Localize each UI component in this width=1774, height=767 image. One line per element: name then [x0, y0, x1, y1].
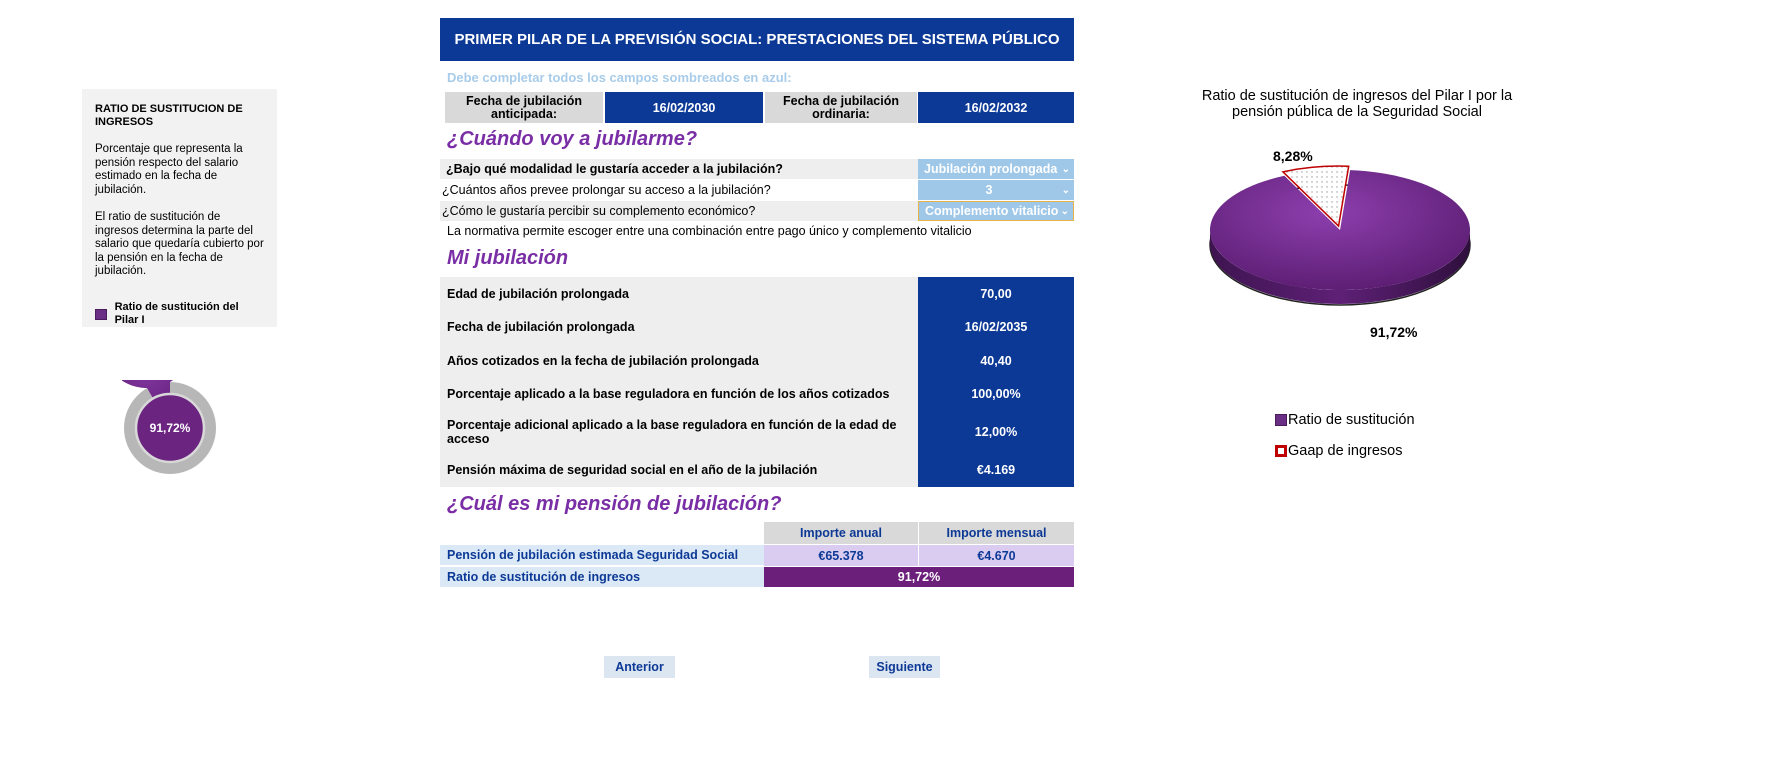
donut-label: 91,72%	[150, 421, 191, 435]
question-modalidad: ¿Bajo qué modalidad le gustaría acceder …	[440, 159, 918, 179]
section-pension-title: ¿Cuál es mi pensión de jubilación?	[447, 493, 782, 515]
chevron-down-icon: ⌄	[1061, 184, 1070, 196]
col-importe-mensual: Importe mensual	[919, 522, 1074, 544]
info-paragraph-2: El ratio de sustitución de ingresos dete…	[95, 211, 264, 277]
col-importe-anual: Importe anual	[764, 522, 918, 544]
porcentaje-adicional-value: 12,00%	[974, 425, 1018, 439]
legend-gap-swatch-icon	[1275, 445, 1287, 457]
normativa-note: La normativa permite escoger entre una c…	[447, 224, 972, 238]
fecha-prolongada-label: Fecha de jubilación prolongada	[447, 320, 635, 334]
fecha-anticipada-value: 16/02/2030	[605, 92, 763, 123]
info-legend-label: Ratio de sustitución del Pilar I	[114, 300, 239, 327]
fecha-prolongada-value: 16/02/2035	[964, 320, 1028, 334]
anos-cotizados-label: Años cotizados en la fecha de jubilación…	[447, 354, 759, 368]
pension-estimada-label: Pensión de jubilación estimada Seguridad…	[440, 545, 764, 565]
legend-gap-label: Gaap de ingresos	[1288, 443, 1403, 459]
ratio-ingresos-label: Ratio de sustitución de ingresos	[440, 567, 764, 587]
section-when-title: ¿Cuándo voy a jubilarme?	[447, 128, 698, 150]
chart-title: Ratio de sustitución de ingresos del Pil…	[1201, 88, 1513, 120]
legend-ratio-swatch-icon	[1275, 414, 1287, 426]
legend-item-gap: Gaap de ingresos	[1275, 443, 1402, 459]
pension-anual-value: €65.378	[764, 545, 918, 566]
fecha-anticipada-label: Fecha de jubilación anticipada:	[445, 92, 603, 123]
anos-select-value: 3	[985, 183, 993, 197]
legend-ratio-label: Ratio de sustitución	[1288, 412, 1415, 428]
fecha-ordinaria-label: Fecha de jubilación ordinaria:	[765, 92, 917, 123]
pension-maxima-value: €4.169	[976, 463, 1016, 477]
question-anos: ¿Cuántos años prevee prolongar su acceso…	[440, 180, 918, 200]
section-mi-jubilacion-title: Mi jubilación	[447, 247, 569, 269]
info-panel: RATIO DE SUSTITUCION DE INGRESOS Porcent…	[82, 89, 277, 327]
edad-value: 70,00	[980, 287, 1012, 301]
question-complemento: ¿Cómo le gustaría percibir su complement…	[440, 201, 918, 221]
legend-item-ratio: Ratio de sustitución	[1275, 412, 1415, 428]
chevron-down-icon: ⌄	[1061, 163, 1070, 175]
instruction-text: Debe completar todos los campos sombread…	[447, 70, 792, 85]
pension-maxima-label: Pensión máxima de seguridad social en el…	[447, 463, 818, 477]
porcentaje-adicional-label: Porcentaje adicional aplicado a la base …	[447, 418, 897, 446]
modalidad-select-value: Jubilación prolongada	[924, 162, 1058, 176]
anos-select[interactable]: 3 ⌄	[918, 180, 1074, 200]
complemento-select-value: Complemento vitalicio	[925, 204, 1059, 218]
info-title: RATIO DE SUSTITUCION DE INGRESOS	[95, 103, 243, 128]
porcentaje-anos-label: Porcentaje aplicado a la base reguladora…	[447, 387, 890, 401]
ratio-ingresos-value: 91,72%	[764, 567, 1074, 587]
ratio-donut: 91,72%	[122, 380, 216, 474]
pie-chart	[1209, 165, 1471, 306]
fecha-ordinaria-value: 16/02/2032	[918, 92, 1074, 123]
porcentaje-anos-value: 100,00%	[971, 387, 1021, 401]
siguiente-button[interactable]: Siguiente	[869, 656, 940, 678]
pie-label-gap: 8,28%	[1273, 148, 1313, 164]
pension-mensual-value: €4.670	[919, 545, 1074, 566]
mi-jubilacion-values-column	[918, 277, 1074, 487]
anos-cotizados-value: 40,40	[980, 354, 1012, 368]
info-legend: Ratio de sustitución del Pilar I	[95, 301, 265, 328]
anterior-button[interactable]: Anterior	[604, 656, 675, 678]
complemento-select[interactable]: Complemento vitalicio ⌄	[918, 201, 1074, 221]
chevron-down-icon: ⌄	[1060, 205, 1069, 217]
edad-label: Edad de jubilación prolongada	[447, 287, 629, 301]
info-paragraph-1: Porcentaje que representa la pensión res…	[95, 143, 243, 196]
modalidad-select[interactable]: Jubilación prolongada ⌄	[918, 159, 1074, 179]
pie-label-ratio: 91,72%	[1370, 324, 1418, 340]
page-title: PRIMER PILAR DE LA PREVISIÓN SOCIAL: PRE…	[440, 18, 1074, 61]
legend-swatch-icon	[95, 308, 107, 320]
